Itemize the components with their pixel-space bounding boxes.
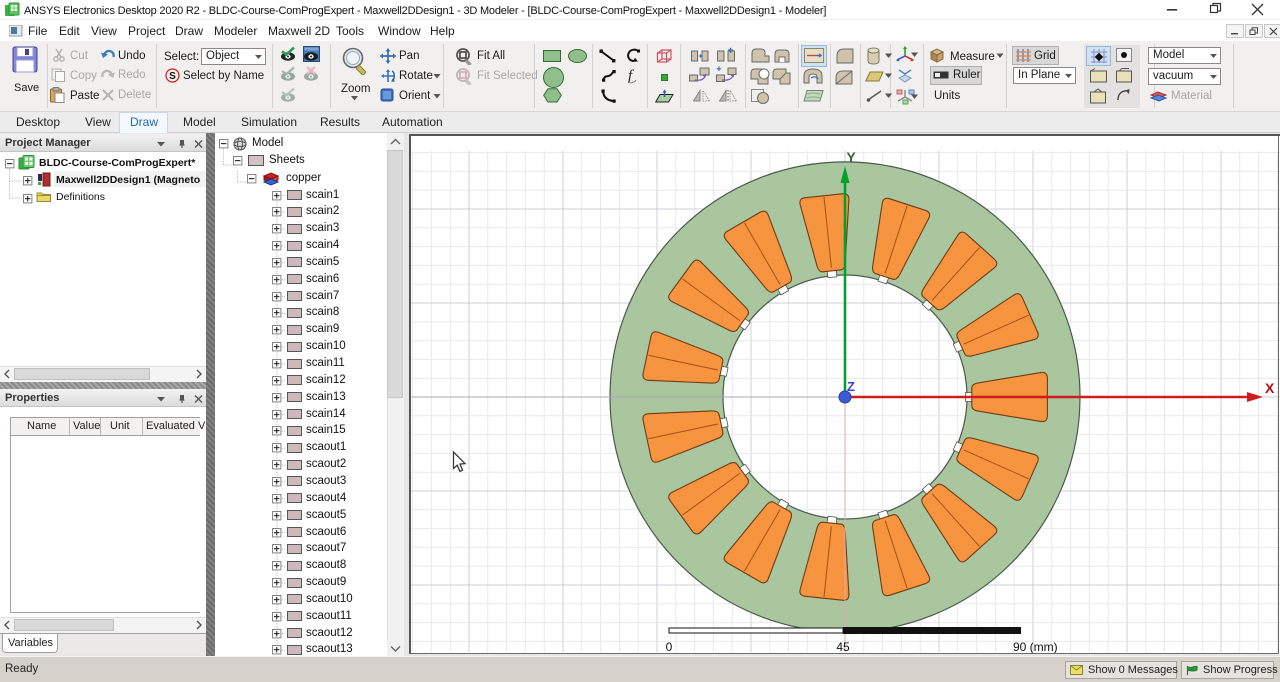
svg-text:X: X [1265, 380, 1275, 396]
svg-text:Z: Z [847, 379, 855, 394]
svg-text:S: S [169, 71, 176, 82]
svg-text:Y: Y [846, 149, 856, 165]
svg-text:f: f [628, 68, 634, 84]
svg-text:45: 45 [836, 640, 850, 654]
svg-text:0: 0 [666, 640, 673, 654]
svg-text:90 (mm): 90 (mm) [1013, 640, 1058, 654]
